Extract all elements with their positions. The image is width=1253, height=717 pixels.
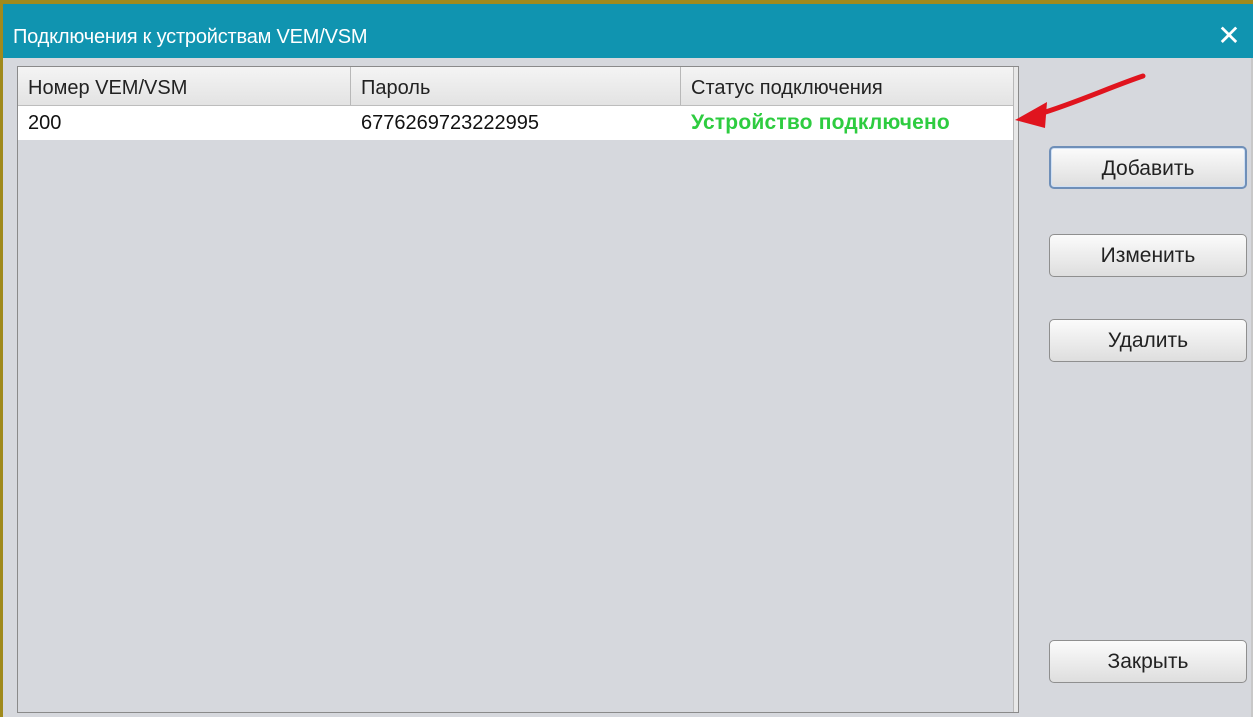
dialog-window: Подключения к устройствам VEM/VSM ✕ Номе…: [0, 0, 1253, 717]
title-bar: Подключения к устройствам VEM/VSM ✕: [3, 0, 1253, 58]
table-row[interactable]: 200 6776269723222995 Устройство подключе…: [18, 106, 1014, 140]
cell-password: 6776269723222995: [361, 112, 539, 134]
connections-table: Номер VEM/VSM Пароль Статус подключения …: [17, 66, 1019, 713]
add-button[interactable]: Добавить: [1049, 146, 1247, 189]
column-header-status[interactable]: Статус подключения: [681, 67, 1014, 105]
cell-status: Устройство подключено: [691, 111, 950, 134]
red-arrow-annotation-icon: [1015, 73, 1146, 128]
window-title: Подключения к устройствам VEM/VSM: [13, 26, 368, 48]
cell-number: 200: [28, 112, 62, 134]
column-header-number[interactable]: Номер VEM/VSM: [18, 67, 351, 105]
close-icon[interactable]: ✕: [1209, 16, 1249, 56]
close-button[interactable]: Закрыть: [1049, 640, 1247, 683]
column-header-password[interactable]: Пароль: [351, 67, 681, 105]
edit-button[interactable]: Изменить: [1049, 234, 1247, 277]
table-header: Номер VEM/VSM Пароль Статус подключения: [18, 67, 1014, 106]
delete-button[interactable]: Удалить: [1049, 319, 1247, 362]
table-scroll-edge: [1013, 67, 1018, 712]
